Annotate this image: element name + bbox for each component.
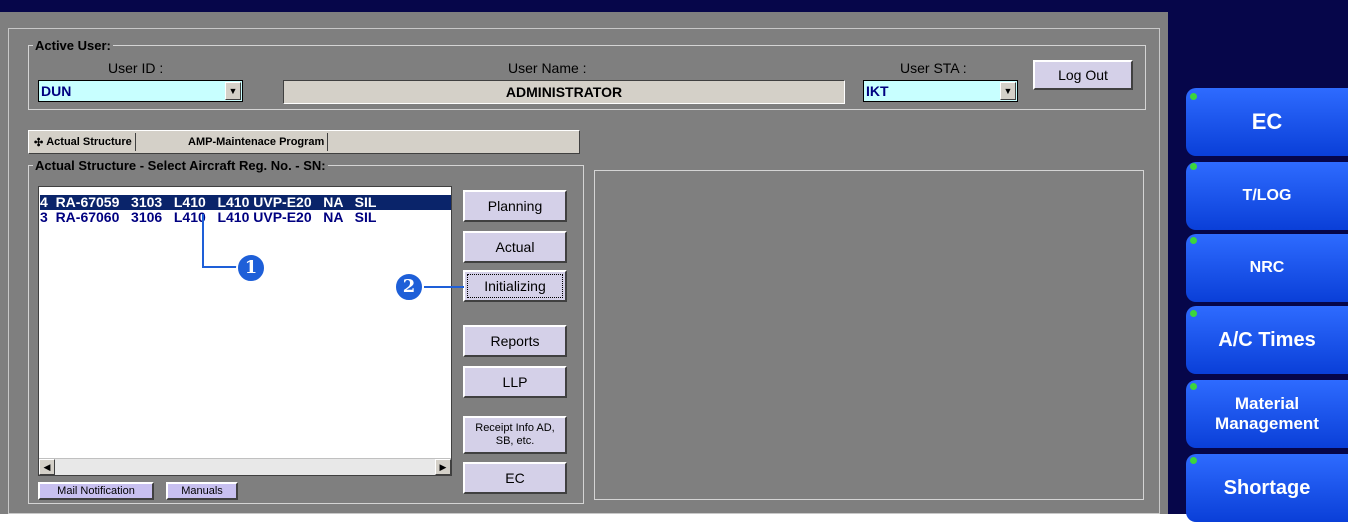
- actual-structure-legend: Actual Structure - Select Aircraft Reg. …: [35, 158, 326, 173]
- mail-notification-button[interactable]: Mail Notification: [38, 482, 154, 500]
- top-title-bar: [0, 0, 1348, 12]
- callout-line-1: [202, 214, 204, 268]
- list-item[interactable]: 4 RA-67059 3103 L410 L410 UVP-E20 NA SIL: [40, 195, 451, 210]
- chevron-down-icon[interactable]: ▼: [225, 82, 241, 100]
- initializing-button[interactable]: Initializing: [463, 270, 567, 302]
- user-name-label: User Name :: [508, 60, 587, 76]
- manuals-button[interactable]: Manuals: [166, 482, 238, 500]
- status-led-icon: [1190, 383, 1197, 390]
- status-led-icon: [1190, 237, 1197, 244]
- horizontal-scrollbar[interactable]: ◀ ▶: [39, 458, 451, 475]
- scrollbar-track[interactable]: [57, 460, 432, 474]
- side-nav-nrc[interactable]: NRC: [1186, 234, 1348, 302]
- receipt-info-line2: SB, etc.: [495, 435, 535, 447]
- receipt-info-line1: Receipt Info AD,: [475, 422, 555, 434]
- side-nav-ec[interactable]: EC: [1186, 88, 1348, 156]
- llp-button[interactable]: LLP: [463, 366, 567, 398]
- user-id-value: DUN: [41, 83, 72, 99]
- scroll-right-icon[interactable]: ▶: [435, 459, 451, 475]
- tab-actual-structure-label: Actual Structure: [46, 136, 132, 148]
- status-led-icon: [1190, 310, 1197, 317]
- callout-marker-1: 1: [236, 253, 266, 283]
- side-nav-material-line1: Material: [1234, 394, 1300, 413]
- user-name-field: ADMINISTRATOR: [283, 80, 845, 104]
- callout-marker-2: 2: [394, 272, 424, 302]
- detail-panel: [594, 170, 1144, 500]
- chevron-down-icon[interactable]: ▼: [1000, 82, 1016, 100]
- side-nav-tlog[interactable]: T/LOG: [1186, 162, 1348, 230]
- structure-tab-bar: ✣ Actual Structure AMP-Maintenace Progra…: [28, 130, 580, 154]
- scroll-left-icon[interactable]: ◀: [39, 459, 55, 475]
- user-id-label: User ID :: [108, 60, 164, 76]
- tab-amp-program-label: AMP-Maintenace Program: [188, 136, 325, 148]
- side-nav-material-management[interactable]: Material Management: [1186, 380, 1348, 448]
- user-sta-dropdown[interactable]: IKT ▼: [863, 80, 1018, 102]
- ec-action-button[interactable]: EC: [463, 462, 567, 494]
- status-led-icon: [1190, 457, 1197, 464]
- side-nav-shortage[interactable]: Shortage: [1186, 454, 1348, 522]
- status-led-icon: [1190, 163, 1197, 170]
- active-user-legend: Active User:: [35, 38, 111, 53]
- tab-actual-structure[interactable]: ✣ Actual Structure: [31, 133, 136, 151]
- side-nav-material-line2: Management: [1215, 414, 1319, 433]
- aircraft-listbox[interactable]: 4 RA-67059 3103 L410 L410 UVP-E20 NA SIL…: [38, 186, 452, 476]
- user-id-dropdown[interactable]: DUN ▼: [38, 80, 243, 102]
- callout-line-1b: [202, 266, 238, 268]
- side-nav-ac-times[interactable]: A/C Times: [1186, 306, 1348, 374]
- user-sta-label: User STA :: [900, 60, 967, 76]
- logout-button[interactable]: Log Out: [1033, 60, 1133, 90]
- user-sta-value: IKT: [866, 83, 889, 99]
- structure-icon: ✣: [34, 136, 44, 149]
- tab-amp-program[interactable]: AMP-Maintenace Program: [185, 133, 329, 151]
- actual-button[interactable]: Actual: [463, 231, 567, 263]
- callout-line-2: [424, 286, 464, 288]
- list-item[interactable]: 3 RA-67060 3106 L410 L410 UVP-E20 NA SIL: [40, 210, 451, 225]
- receipt-info-button[interactable]: Receipt Info AD, SB, etc.: [463, 416, 567, 454]
- status-led-icon: [1190, 93, 1197, 100]
- planning-button[interactable]: Planning: [463, 190, 567, 222]
- reports-button[interactable]: Reports: [463, 325, 567, 357]
